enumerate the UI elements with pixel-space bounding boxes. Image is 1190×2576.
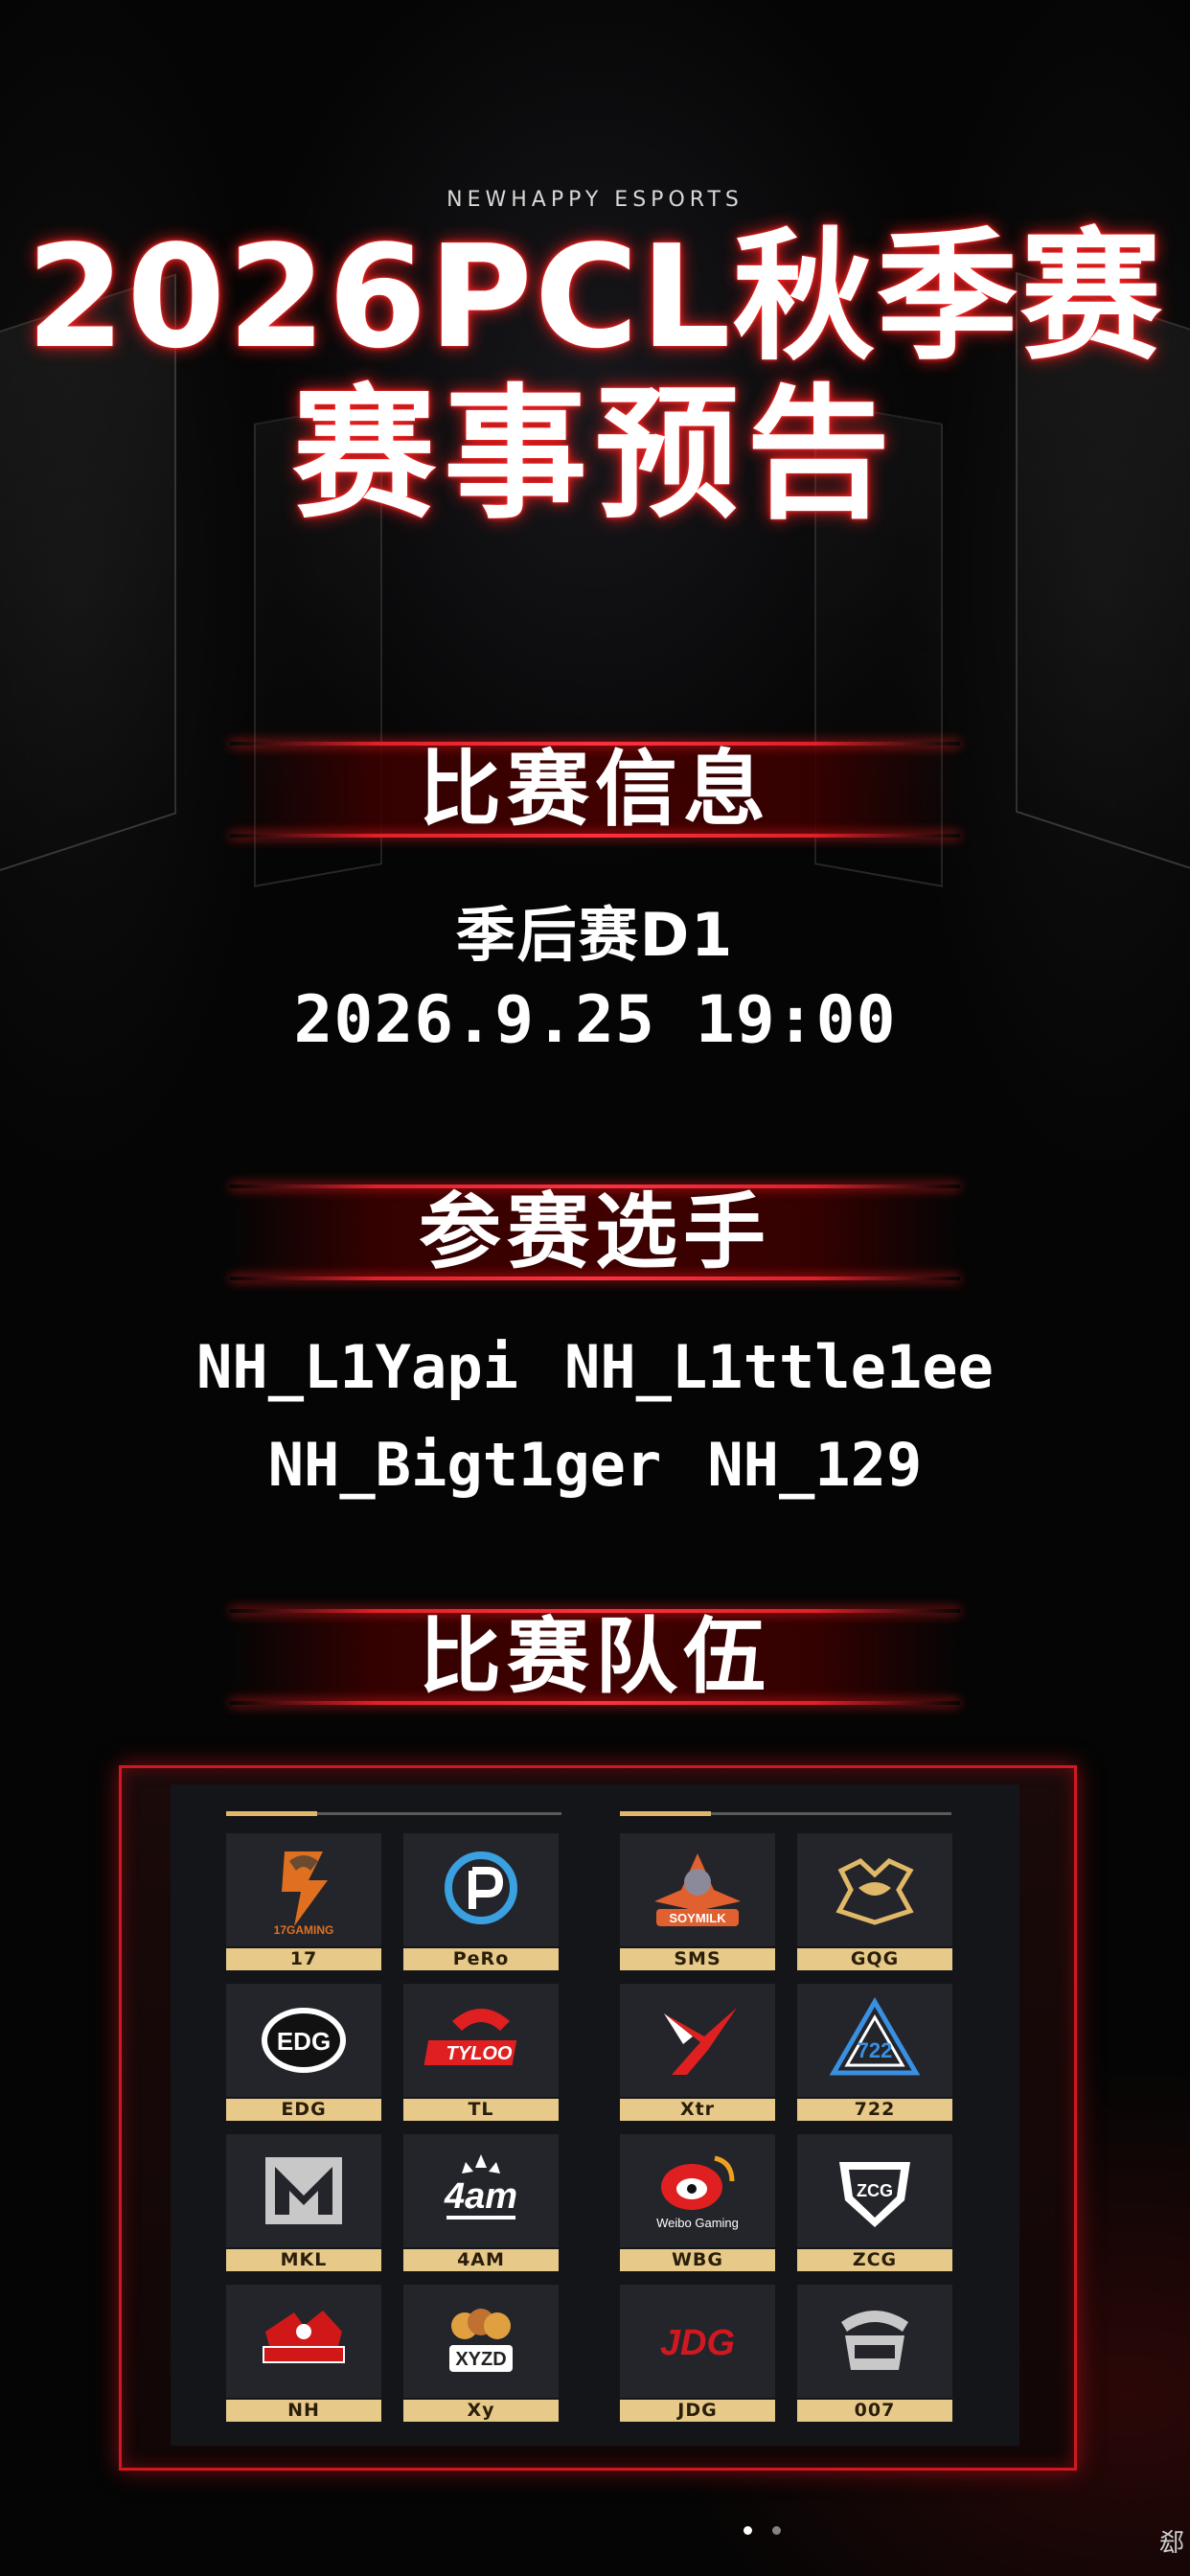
team-card: MKL	[226, 2134, 381, 2271]
team-name-label: ZCG	[797, 2249, 952, 2271]
team-card: Weibo Gaming WBG	[620, 2134, 775, 2271]
team-wbg-logo: Weibo Gaming	[620, 2134, 775, 2247]
team-card: 722 722	[797, 1984, 952, 2121]
team-card: JDG JDG	[620, 2285, 775, 2422]
column-divider-right	[620, 1811, 951, 1816]
team-zcg-logo: ZCG	[797, 2134, 952, 2247]
team-name-label: TL	[403, 2099, 559, 2121]
team-xy-logo: XYZD	[403, 2285, 559, 2398]
svg-text:ZCG: ZCG	[857, 2181, 893, 2200]
team-card: ZCG ZCG	[797, 2134, 952, 2271]
page-dot	[772, 2526, 781, 2535]
player-name: NH_Bigt1ger	[267, 1430, 662, 1500]
match-stage: 季后赛D1	[455, 900, 735, 970]
team-gqg-logo	[797, 1833, 952, 1946]
watermark: 郄	[1158, 2529, 1184, 2558]
team-jdg-logo: JDG	[620, 2285, 775, 2398]
svg-text:SOYMILK: SOYMILK	[669, 1911, 726, 1925]
team-card: PeRo	[403, 1833, 559, 1970]
svg-text:4am: 4am	[444, 2176, 517, 2217]
team-card: TYLOO TL	[403, 1984, 559, 2121]
team-007-logo	[797, 2285, 952, 2398]
svg-text:Weibo Gaming: Weibo Gaming	[656, 2216, 739, 2230]
team-name-label: NH	[226, 2400, 381, 2422]
team-name-label: GQG	[797, 1948, 952, 1970]
team-4am-logo: 4am	[403, 2134, 559, 2247]
match-datetime: 2026.9.25 19:00	[293, 982, 897, 1058]
player-name: NH_129	[707, 1430, 923, 1500]
player-row-1: NH_L1Yapi NH_L1ttle1ee	[0, 1332, 1190, 1402]
player-name: NH_L1Yapi	[196, 1332, 518, 1402]
team-tl-logo: TYLOO	[403, 1984, 559, 2097]
team-name-label: 17	[226, 1948, 381, 1970]
player-name: NH_L1ttle1ee	[564, 1332, 994, 1402]
team-17-logo: 17GAMING	[226, 1833, 381, 1946]
team-card: NH	[226, 2285, 381, 2422]
svg-text:17GAMING: 17GAMING	[274, 1923, 334, 1937]
player-row-2: NH_Bigt1ger NH_129	[0, 1430, 1190, 1500]
team-nh-logo	[226, 2285, 381, 2398]
team-card: 4am 4AM	[403, 2134, 559, 2271]
brand-name: NEWHAPPY ESPORTS	[446, 188, 744, 212]
team-card: GQG	[797, 1833, 952, 1970]
team-card: XYZD Xy	[403, 2285, 559, 2422]
section-banner-match-info: 比赛信息	[230, 728, 960, 853]
team-card: EDG EDG	[226, 1984, 381, 2121]
page-subtitle: 赛事预告	[291, 372, 898, 539]
section-banner-players: 参赛选手	[230, 1171, 960, 1296]
svg-text:JDG: JDG	[660, 2323, 735, 2363]
team-sms-logo: SOYMILK	[620, 1833, 775, 1946]
svg-text:722: 722	[858, 2038, 893, 2062]
team-name-label: 4AM	[403, 2249, 559, 2271]
section-title: 比赛信息	[419, 742, 771, 838]
team-722-logo: 722	[797, 1984, 952, 2097]
team-card: SOYMILK SMS	[620, 1833, 775, 1970]
team-name-label: MKL	[226, 2249, 381, 2271]
section-title: 参赛选手	[419, 1184, 771, 1280]
svg-text:TYLOO: TYLOO	[446, 2043, 513, 2064]
page-title: 2026PCL秋季赛	[26, 215, 1164, 380]
team-xtr-logo	[620, 1984, 775, 2097]
team-pero-logo	[403, 1833, 559, 1946]
svg-text:EDG: EDG	[277, 2027, 331, 2056]
team-name-label: JDG	[620, 2400, 775, 2422]
svg-text:XYZD: XYZD	[455, 2349, 506, 2370]
team-name-label: PeRo	[403, 1948, 559, 1970]
team-name-label: Xtr	[620, 2099, 775, 2121]
team-name-label: EDG	[226, 2099, 381, 2121]
team-mkl-logo	[226, 2134, 381, 2247]
team-name-label: SMS	[620, 1948, 775, 1970]
team-edg-logo: EDG	[226, 1984, 381, 2097]
team-name-label: 007	[797, 2400, 952, 2422]
column-divider-left	[226, 1811, 561, 1816]
team-name-label: WBG	[620, 2249, 775, 2271]
team-card: 17GAMING 17	[226, 1833, 381, 1970]
team-card: Xtr	[620, 1984, 775, 2121]
section-banner-teams: 比赛队伍	[230, 1596, 960, 1720]
team-name-label: 722	[797, 2099, 952, 2121]
page-dot	[744, 2526, 752, 2535]
section-title: 比赛队伍	[419, 1609, 771, 1705]
team-card: 007	[797, 2285, 952, 2422]
team-name-label: Xy	[403, 2400, 559, 2422]
